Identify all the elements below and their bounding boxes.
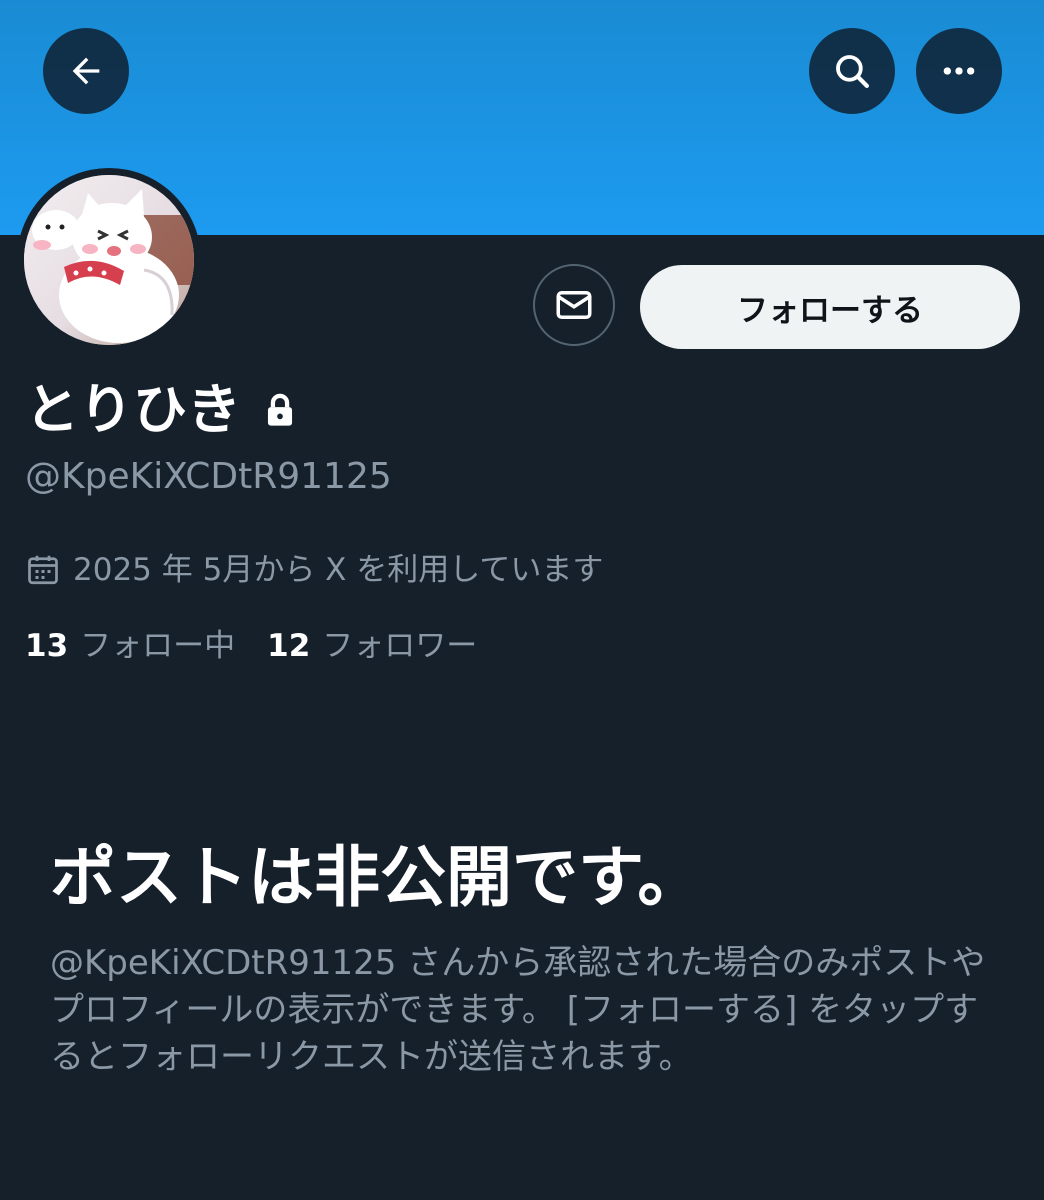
more-button[interactable] xyxy=(916,28,1002,114)
arrow-left-icon xyxy=(72,57,100,85)
joined-text: 2025 年 5月から X を利用しています xyxy=(73,552,604,588)
joined-date: 2025 年 5月から X を利用しています xyxy=(25,550,603,590)
followers-count: 12 xyxy=(267,628,311,664)
back-button[interactable] xyxy=(43,28,129,114)
search-button[interactable] xyxy=(809,28,895,114)
search-icon xyxy=(836,55,869,88)
display-name: とりひき xyxy=(25,378,297,442)
message-button[interactable] xyxy=(533,264,615,346)
display-name-text: とりひき xyxy=(25,378,241,441)
private-posts-description: @KpeKiXCDtR91125 さんから承認された場合のみポストやプロフィール… xyxy=(50,943,986,1077)
followers-link[interactable]: 12 フォロワー xyxy=(267,626,477,666)
following-count: 13 xyxy=(25,628,69,664)
avatar-image xyxy=(24,175,194,345)
following-label: フォロー中 xyxy=(80,628,236,664)
profile-avatar[interactable] xyxy=(17,168,201,352)
more-horizontal-icon xyxy=(943,67,975,75)
follow-button[interactable]: フォローする xyxy=(640,265,1020,349)
calendar-icon xyxy=(25,552,61,588)
following-link[interactable]: 13 フォロー中 xyxy=(25,626,235,666)
envelope-icon xyxy=(556,291,592,319)
lock-icon xyxy=(263,391,297,429)
profile-handle: @KpeKiXCDtR91125 xyxy=(25,456,392,497)
follow-stats: 13 フォロー中 12 フォロワー xyxy=(25,626,477,666)
private-posts-title: ポストは非公開です。 xyxy=(50,839,704,916)
followers-label: フォロワー xyxy=(322,628,478,664)
